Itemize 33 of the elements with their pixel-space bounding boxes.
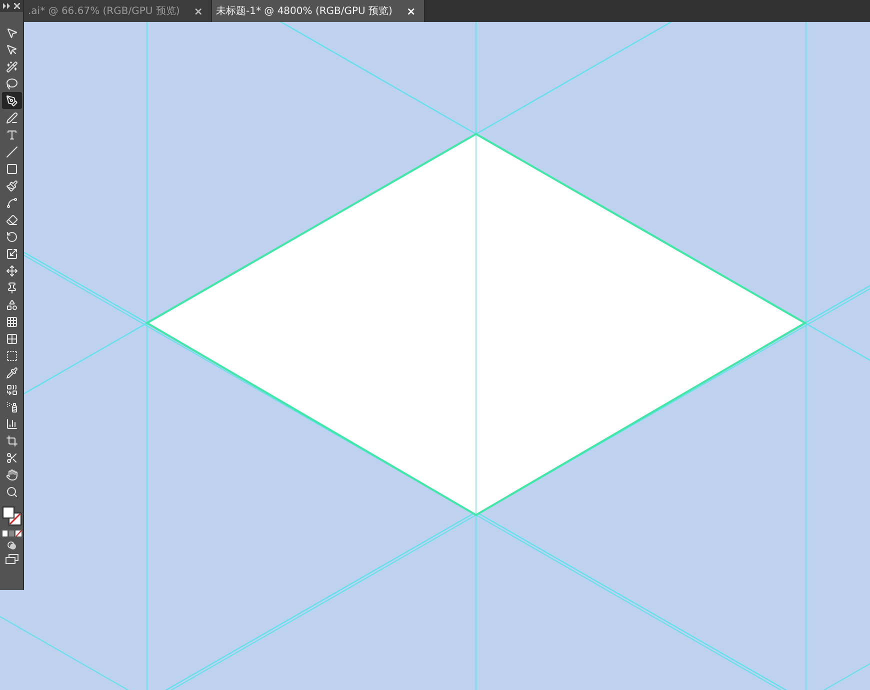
line-icon xyxy=(6,146,18,158)
close-tab-button[interactable]: × xyxy=(404,4,418,18)
fill-stroke-swatch-icon[interactable] xyxy=(2,506,22,526)
magic-wand-icon xyxy=(6,60,18,72)
tool-button[interactable] xyxy=(2,92,22,109)
pen-icon xyxy=(6,94,18,106)
rotate-icon xyxy=(6,230,18,242)
crop-icon xyxy=(6,434,18,446)
paintbrush-icon xyxy=(6,180,18,192)
curve-icon xyxy=(6,196,18,208)
bar-chart-icon xyxy=(6,418,18,430)
grid-icon xyxy=(6,316,18,328)
eraser-icon xyxy=(6,214,18,226)
scale-icon xyxy=(6,248,18,260)
direct-selection-arrow-icon xyxy=(6,44,18,56)
eyedropper-icon xyxy=(6,366,18,378)
rectangle-icon xyxy=(6,162,18,174)
close-tab-button[interactable]: × xyxy=(192,4,205,18)
zoom-icon xyxy=(6,486,18,498)
selection-arrow-icon xyxy=(6,26,18,38)
pin-icon xyxy=(6,282,18,294)
document-tab[interactable]: 未标题-1* @ 4800% (RGB/GPU 预览) × xyxy=(212,0,425,22)
close-icon[interactable] xyxy=(14,3,20,9)
lasso-icon xyxy=(6,78,18,90)
collapse-icon[interactable] xyxy=(3,3,10,9)
type-icon xyxy=(6,128,18,140)
color-mode-icon[interactable] xyxy=(2,530,22,537)
scissors-icon xyxy=(6,452,18,464)
document-tab[interactable]: .ai* @ 66.67% (RGB/GPU 预览) × xyxy=(24,0,212,22)
move-icon xyxy=(6,264,18,276)
shapes-icon xyxy=(6,298,18,310)
screen-mode-icon[interactable] xyxy=(4,554,18,564)
hand-icon xyxy=(6,468,18,480)
